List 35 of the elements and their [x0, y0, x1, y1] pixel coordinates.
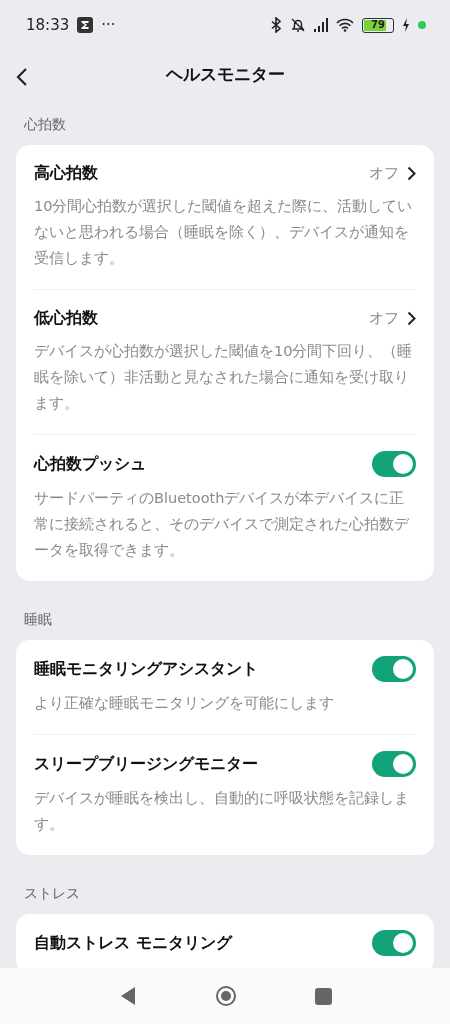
setting-title: 自動ストレス モニタリング [34, 932, 232, 954]
wifi-icon [336, 18, 354, 32]
setting-value: オフ [369, 162, 399, 184]
setting-title: 低心拍数 [34, 307, 98, 329]
home-icon[interactable] [214, 985, 237, 1007]
toggle-switch[interactable] [372, 930, 416, 956]
setting-description: デバイスが睡眠を検出し、自動的に呼吸状態を記録します。 [34, 789, 410, 834]
setting-title: スリープブリージングモニター [34, 753, 258, 775]
status-dot [418, 21, 426, 29]
signal-icon [314, 18, 328, 32]
setting-title: 心拍数プッシュ [34, 453, 146, 475]
toggle-switch[interactable] [372, 751, 416, 777]
recents-icon[interactable] [314, 987, 332, 1005]
battery-level: 79 [370, 18, 386, 32]
chevron-right-icon[interactable] [407, 310, 416, 326]
charging-icon [402, 18, 410, 32]
toggle-switch[interactable] [372, 451, 416, 477]
page-title: ヘルスモニター [165, 63, 285, 87]
setting-title: 睡眠モニタリングアシスタント [34, 658, 258, 680]
bell-off-icon [290, 17, 306, 33]
chevron-right-icon[interactable] [407, 165, 416, 181]
section-label: 心拍数 [23, 115, 67, 134]
setting-description: デバイスが心拍数が選択した閾値を10分間下回り、（睡眠を除いて）非活動と見なされた場合に通知を受け取ります。 [34, 342, 414, 413]
section-label: ストレス [23, 884, 81, 903]
setting-description: サードパーティのBluetoothデバイスが本デバイスに正常に接続されると、そのデバイスで測定された心拍数データを取得できます。 [34, 489, 411, 560]
setting-title: 高心拍数 [34, 162, 98, 184]
setting-description: 10分間心拍数が選択した閾値を超えた際に、活動していないと思われる場合（睡眠を除く）、デバイスが通知を受信します。 [34, 197, 414, 268]
section-label: 睡眠 [23, 610, 53, 629]
toggle-switch[interactable] [372, 656, 416, 682]
setting-value: オフ [369, 307, 399, 329]
setting-description: より正確な睡眠モニタリングを可能にします [34, 694, 335, 713]
sigma-icon [77, 17, 94, 33]
status-time: 18:33 [26, 14, 70, 36]
bluetooth-icon [270, 17, 282, 33]
more-indicator: ··· [101, 14, 116, 36]
